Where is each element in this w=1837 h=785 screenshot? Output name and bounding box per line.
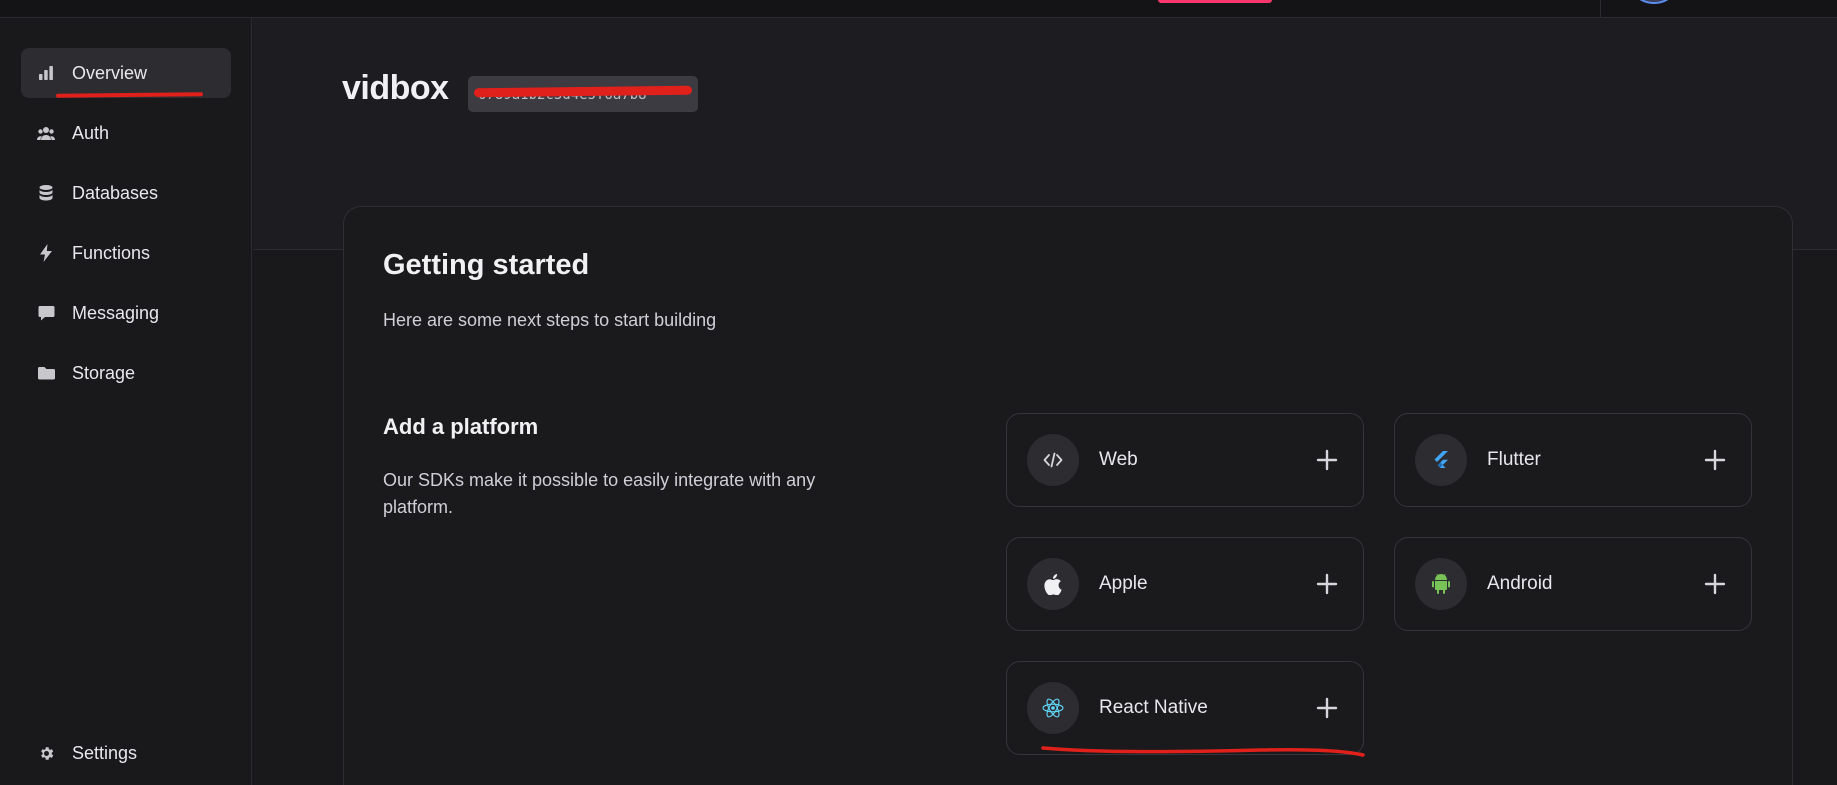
plus-icon [1307, 440, 1347, 480]
avatar[interactable] [1635, 0, 1673, 4]
sidebar-item-label: Functions [72, 242, 151, 263]
sidebar-item-functions[interactable]: Functions [21, 228, 231, 278]
chat-icon [37, 304, 55, 322]
project-title: vidbox [342, 69, 449, 107]
plus-icon [1695, 440, 1735, 480]
plus-icon [1307, 688, 1347, 728]
platform-react-native-button[interactable]: React Native [1006, 661, 1364, 755]
top-bar-divider [1600, 0, 1601, 18]
sidebar-item-messaging[interactable]: Messaging [21, 288, 231, 338]
flutter-icon [1415, 434, 1467, 486]
bar-chart-icon [37, 64, 55, 82]
project-id-badge[interactable]: 6789a1b2c3d4e5f6a7b8 [468, 76, 698, 112]
platform-label: Web [1099, 449, 1138, 470]
folder-icon [37, 364, 55, 382]
sidebar-item-label: Overview [72, 62, 148, 83]
top-bar [0, 0, 1837, 18]
plus-icon [1307, 564, 1347, 604]
lightning-icon [37, 244, 55, 262]
apple-icon [1027, 558, 1079, 610]
sidebar-item-label: Messaging [72, 302, 160, 323]
sidebar-item-overview[interactable]: Overview [21, 48, 231, 98]
sidebar-item-storage[interactable]: Storage [21, 348, 231, 398]
sidebar-item-label: Settings [72, 742, 138, 763]
code-icon [1027, 434, 1079, 486]
platform-apple-button[interactable]: Apple [1006, 537, 1364, 631]
gear-icon [37, 744, 55, 762]
platform-android-button[interactable]: Android [1394, 537, 1752, 631]
users-icon [37, 124, 55, 142]
plus-icon [1695, 564, 1735, 604]
platform-flutter-button[interactable]: Flutter [1394, 413, 1752, 507]
platform-label: Android [1487, 573, 1553, 594]
sidebar-item-databases[interactable]: Databases [21, 168, 231, 218]
platform-label: React Native [1099, 697, 1208, 718]
sidebar-item-settings[interactable]: Settings [21, 728, 231, 778]
redaction-mark [473, 85, 693, 98]
sidebar-item-label: Storage [72, 362, 136, 383]
sidebar-item-label: Databases [72, 182, 159, 203]
getting-started-subtitle: Here are some next steps to start buildi… [383, 310, 717, 330]
sidebar-item-auth[interactable]: Auth [21, 108, 231, 158]
platform-label: Apple [1099, 573, 1148, 594]
add-platform-description: Our SDKs make it possible to easily inte… [383, 470, 816, 517]
sidebar-item-label: Auth [72, 122, 110, 143]
platform-web-button[interactable]: Web [1006, 413, 1364, 507]
getting-started-title: Getting started [383, 249, 590, 281]
react-icon [1027, 682, 1079, 734]
add-platform-title: Add a platform [383, 414, 539, 439]
platform-label: Flutter [1487, 449, 1541, 470]
android-icon [1415, 558, 1467, 610]
top-bar-accent [1158, 0, 1272, 3]
database-icon [37, 184, 55, 202]
